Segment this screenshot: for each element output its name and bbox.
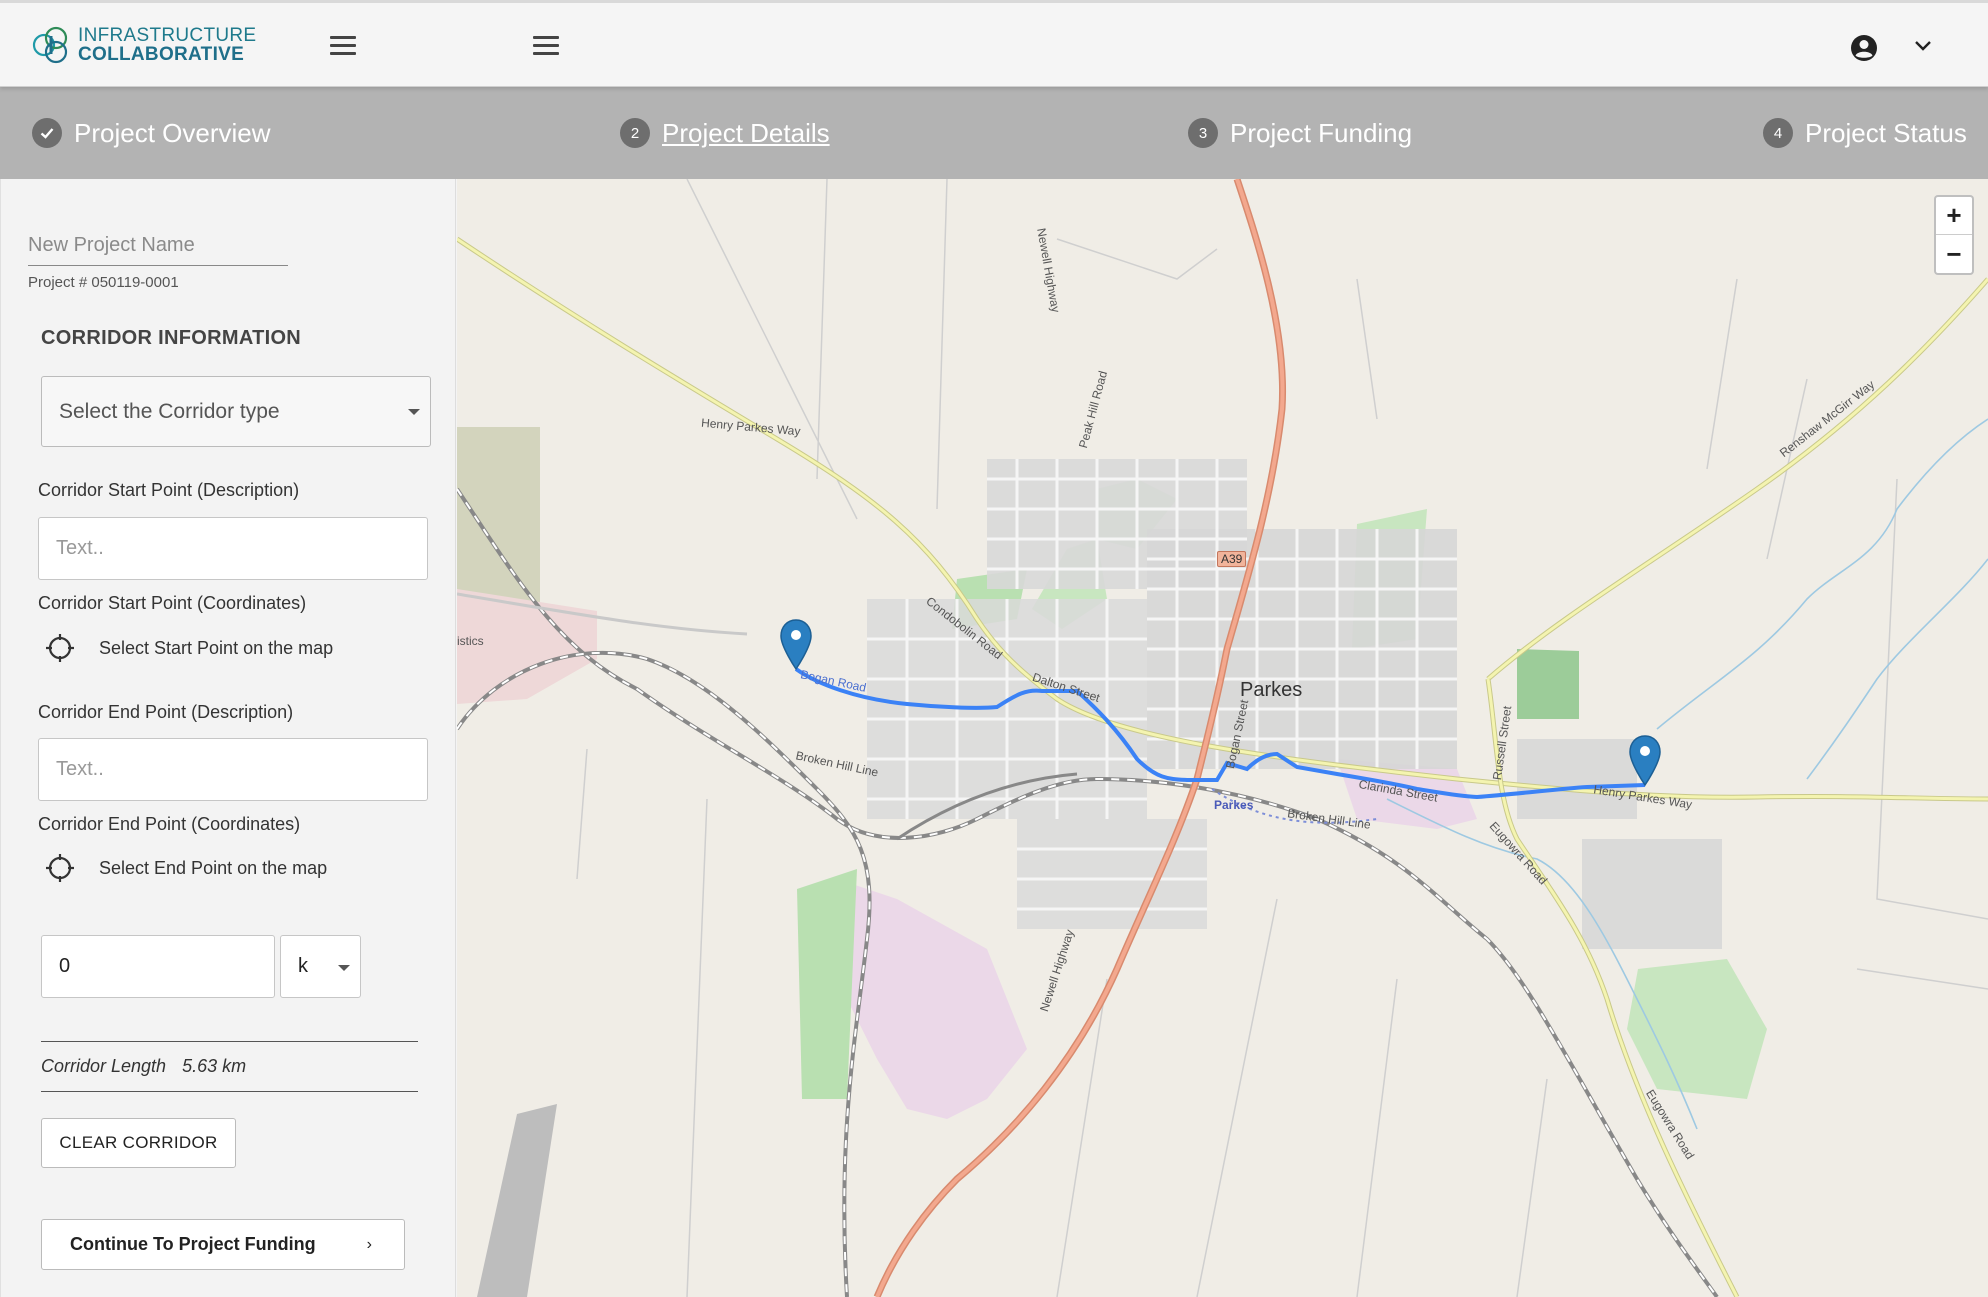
end-coordinates-label: Corridor End Point (Coordinates) bbox=[38, 814, 301, 834]
map-view[interactable]: Henry Parkes Way Henry Parkes Way Newell… bbox=[457, 179, 1988, 1297]
user-account-icon[interactable] bbox=[1850, 34, 1878, 62]
distance-unit-value: k bbox=[298, 955, 308, 977]
start-coordinates-label: Corridor Start Point (Coordinates) bbox=[38, 593, 307, 613]
town-label: Parkes bbox=[1240, 679, 1303, 701]
map-area bbox=[837, 879, 1027, 1119]
corridor-type-placeholder: Select the Corridor type bbox=[59, 399, 280, 423]
corridor-length-label: Corridor Length bbox=[41, 1056, 167, 1076]
map-area bbox=[797, 869, 857, 1099]
start-description-label: Corridor Start Point (Description) bbox=[38, 480, 300, 500]
top-bar: INFRASTRUCTURE COLLABORATIVE bbox=[0, 0, 1988, 87]
map-area bbox=[1806, 558, 1988, 780]
map-area bbox=[1656, 418, 1988, 730]
step-project-status[interactable]: 4 Project Status bbox=[1763, 87, 1967, 179]
section-title: CORRIDOR INFORMATION bbox=[41, 327, 302, 349]
zoom-control: + − bbox=[1934, 195, 1974, 275]
step-project-overview[interactable]: Project Overview bbox=[32, 87, 271, 179]
step-number: 4 bbox=[1763, 118, 1793, 148]
step-label: Project Details bbox=[662, 117, 830, 148]
logo-text: INFRASTRUCTURE COLLABORATIVE bbox=[78, 26, 256, 64]
map-area bbox=[1582, 839, 1722, 949]
continue-to-funding-button[interactable]: Continue To Project Funding › bbox=[41, 1219, 405, 1270]
chevron-right-icon: › bbox=[366, 1236, 372, 1253]
zoom-out-button[interactable]: − bbox=[1936, 235, 1972, 273]
step-label: Project Overview bbox=[74, 117, 271, 148]
zoom-in-button[interactable]: + bbox=[1936, 197, 1972, 235]
select-start-point-label: Select Start Point on the map bbox=[99, 637, 334, 658]
end-description-label: Corridor End Point (Description) bbox=[38, 702, 294, 722]
end-description-input[interactable]: Text.. bbox=[38, 738, 428, 801]
end-point-marker-icon[interactable] bbox=[1628, 735, 1662, 787]
step-label: Project Funding bbox=[1230, 117, 1413, 148]
menu-icon[interactable] bbox=[330, 36, 356, 56]
dropdown-caret-icon bbox=[338, 965, 350, 971]
logo-line2: COLLABORATIVE bbox=[78, 44, 245, 65]
start-description-input[interactable]: Text.. bbox=[38, 517, 428, 580]
step-project-details[interactable]: 2 Project Details bbox=[620, 87, 830, 179]
logo-line1: INFRASTRUCTURE bbox=[78, 25, 257, 46]
logo[interactable]: INFRASTRUCTURE COLLABORATIVE bbox=[30, 23, 256, 67]
corridor-length: Corridor Length 5.63 km bbox=[41, 1041, 418, 1092]
chevron-down-icon[interactable] bbox=[1914, 39, 1932, 53]
start-point-marker-icon[interactable] bbox=[779, 619, 813, 671]
project-name-input[interactable]: New Project Name bbox=[28, 232, 288, 266]
station-label: Parkes bbox=[1214, 798, 1254, 812]
map-area bbox=[1517, 739, 1637, 819]
road-shield: A39 bbox=[1217, 551, 1247, 567]
crosshair-icon bbox=[46, 634, 74, 662]
logo-icon bbox=[32, 26, 68, 64]
step-number: 3 bbox=[1188, 118, 1218, 148]
step-label: Project Status bbox=[1805, 117, 1967, 148]
map-canvas bbox=[457, 179, 1988, 1297]
distance-unit-select[interactable]: k bbox=[280, 935, 361, 998]
map-area bbox=[477, 1104, 557, 1297]
secondary-menu-icon[interactable] bbox=[533, 36, 559, 56]
select-end-point-label: Select End Point on the map bbox=[99, 857, 328, 878]
progress-stepper: Project Overview 2 Project Details 3 Pro… bbox=[0, 87, 1988, 179]
check-icon bbox=[32, 118, 62, 148]
crosshair-icon bbox=[46, 854, 74, 882]
dropdown-caret-icon bbox=[408, 409, 420, 415]
select-end-point-button[interactable]: Select End Point on the map bbox=[44, 852, 327, 884]
project-number: Project # 050119-0001 bbox=[28, 274, 179, 291]
area-label: istics bbox=[457, 634, 484, 648]
clear-corridor-button[interactable]: CLEAR CORRIDOR bbox=[41, 1118, 236, 1168]
corridor-length-value: 5.63 km bbox=[182, 1056, 247, 1076]
map-area bbox=[1517, 649, 1579, 719]
step-project-funding[interactable]: 3 Project Funding bbox=[1188, 87, 1412, 179]
select-start-point-button[interactable]: Select Start Point on the map bbox=[44, 632, 333, 664]
step-number: 2 bbox=[620, 118, 650, 148]
corridor-type-select[interactable]: Select the Corridor type bbox=[41, 376, 431, 447]
continue-button-label: Continue To Project Funding bbox=[70, 1234, 316, 1254]
corridor-form-panel: New Project Name Project # 050119-0001 C… bbox=[0, 179, 456, 1297]
map-area bbox=[1627, 959, 1767, 1099]
distance-input[interactable]: 0 bbox=[41, 935, 275, 998]
